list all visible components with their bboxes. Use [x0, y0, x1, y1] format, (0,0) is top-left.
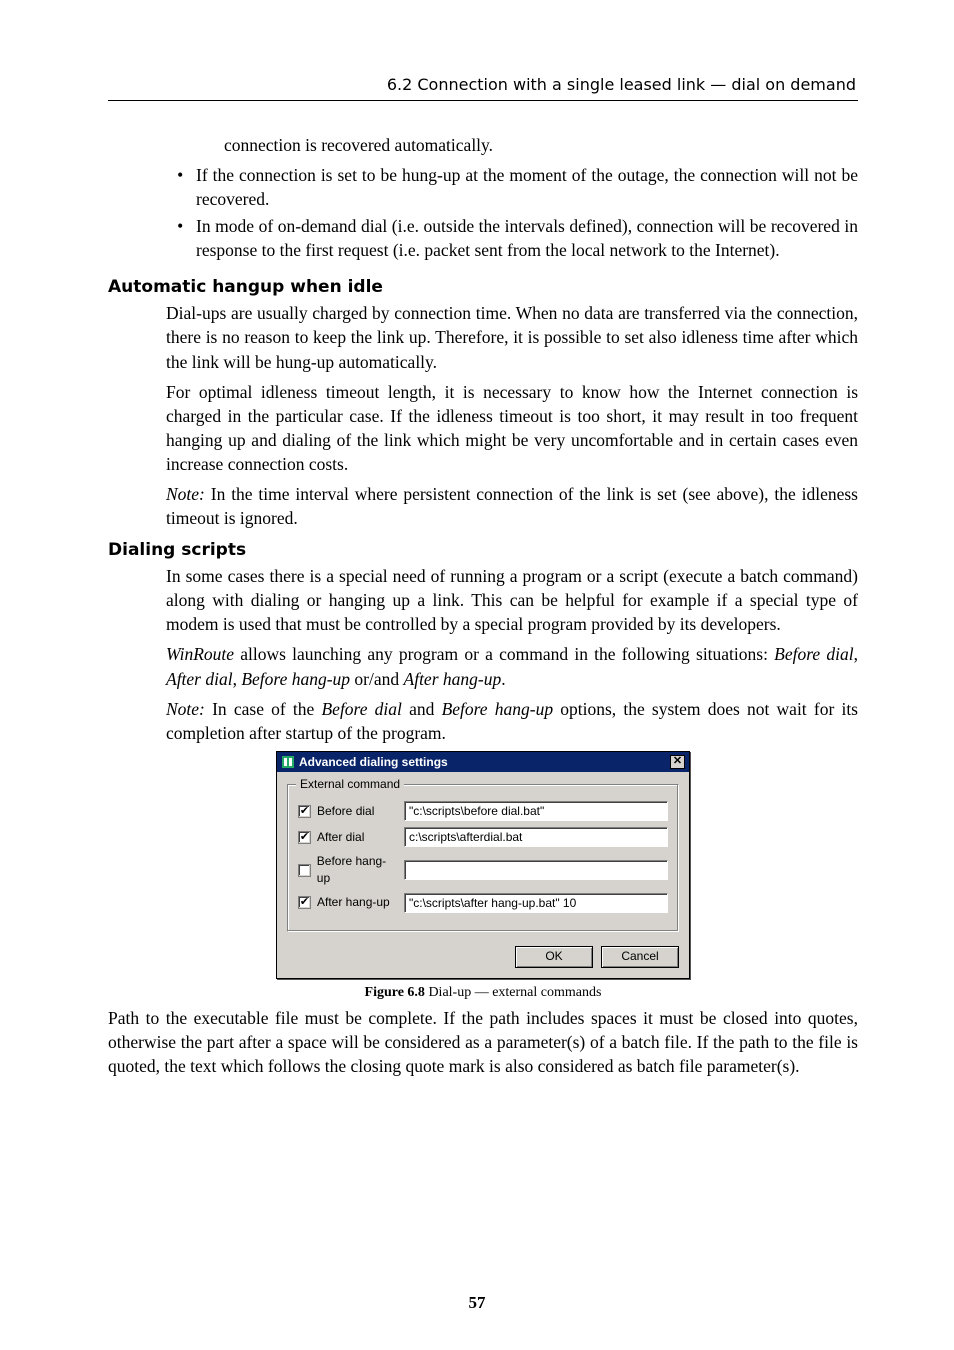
emphasis: Before dial [774, 644, 853, 664]
emphasis: After dial [166, 669, 233, 689]
note-label: Note: [166, 484, 205, 504]
external-command-group: External command ✔ Before dial ✔ After d… [287, 784, 679, 931]
bullet-item: If the connection is set to be hung-up a… [192, 163, 858, 211]
figure-caption-text: Dial-up — external commands [425, 985, 602, 1000]
body-text: and [402, 699, 442, 719]
figure-label: Figure 6.8 [365, 985, 425, 1000]
dialog-title: Advanced dialing settings [299, 754, 448, 771]
emphasis: WinRoute [166, 644, 234, 664]
after-hangup-label: After hang-up [317, 894, 390, 911]
page-number: 57 [0, 1291, 954, 1314]
body-text: In some cases there is a special need of… [166, 564, 858, 636]
bullet-item: In mode of on-demand dial (i.e. outside … [192, 214, 858, 262]
note-label: Note: [166, 699, 205, 719]
body-text: , [854, 644, 858, 664]
group-legend: External command [296, 776, 404, 793]
section-heading-dialing-scripts: Dialing scripts [108, 539, 858, 562]
body-text: Note: In the time interval where persist… [166, 482, 858, 530]
body-text: . [501, 669, 505, 689]
body-text: For optimal idleness timeout length, it … [166, 380, 858, 477]
dialog-titlebar[interactable]: Advanced dialing settings ✕ [277, 752, 689, 773]
after-dial-checkbox[interactable]: ✔ [298, 831, 311, 844]
emphasis: Before dial [321, 699, 401, 719]
before-hangup-input[interactable] [404, 860, 668, 880]
before-hangup-label: Before hang-up [317, 853, 398, 886]
row-before-hangup: Before hang-up [298, 853, 668, 886]
body-text: In the time interval where persistent co… [166, 484, 858, 528]
body-text: Note: In case of the Before dial and Bef… [166, 697, 858, 745]
after-hangup-checkbox[interactable]: ✔ [298, 896, 311, 909]
row-after-dial: ✔ After dial [298, 827, 668, 847]
emphasis: Before hang-up [442, 699, 554, 719]
before-dial-input[interactable] [404, 801, 668, 821]
body-text: Path to the executable file must be comp… [108, 1006, 858, 1078]
body-text: allows launching any program or a comman… [234, 644, 774, 664]
row-before-dial: ✔ Before dial [298, 801, 668, 821]
intro-line: connection is recovered automatically. [224, 133, 858, 157]
before-dial-label: Before dial [317, 803, 374, 820]
close-icon[interactable]: ✕ [670, 755, 685, 769]
cancel-button[interactable]: Cancel [601, 946, 679, 968]
running-header: 6.2 Connection with a single leased link… [108, 74, 858, 101]
advanced-dialing-settings-dialog: Advanced dialing settings ✕ External com… [276, 751, 690, 979]
after-dial-label: After dial [317, 829, 364, 846]
body-text: Dial-ups are usually charged by connecti… [166, 301, 858, 373]
body-text: WinRoute allows launching any program or… [166, 642, 858, 690]
body-text: In case of the [205, 699, 322, 719]
emphasis: Before hang-up [241, 669, 350, 689]
after-hangup-input[interactable] [404, 893, 668, 913]
ok-button[interactable]: OK [515, 946, 593, 968]
before-hangup-checkbox[interactable] [298, 864, 311, 877]
row-after-hangup: ✔ After hang-up [298, 893, 668, 913]
emphasis: After hang-up [404, 669, 502, 689]
after-dial-input[interactable] [404, 827, 668, 847]
figure-caption: Figure 6.8 Dial-up — external commands [108, 983, 858, 1002]
section-heading-auto-hangup: Automatic hangup when idle [108, 276, 858, 299]
app-icon [281, 755, 295, 769]
before-dial-checkbox[interactable]: ✔ [298, 805, 311, 818]
body-text: or/and [350, 669, 403, 689]
